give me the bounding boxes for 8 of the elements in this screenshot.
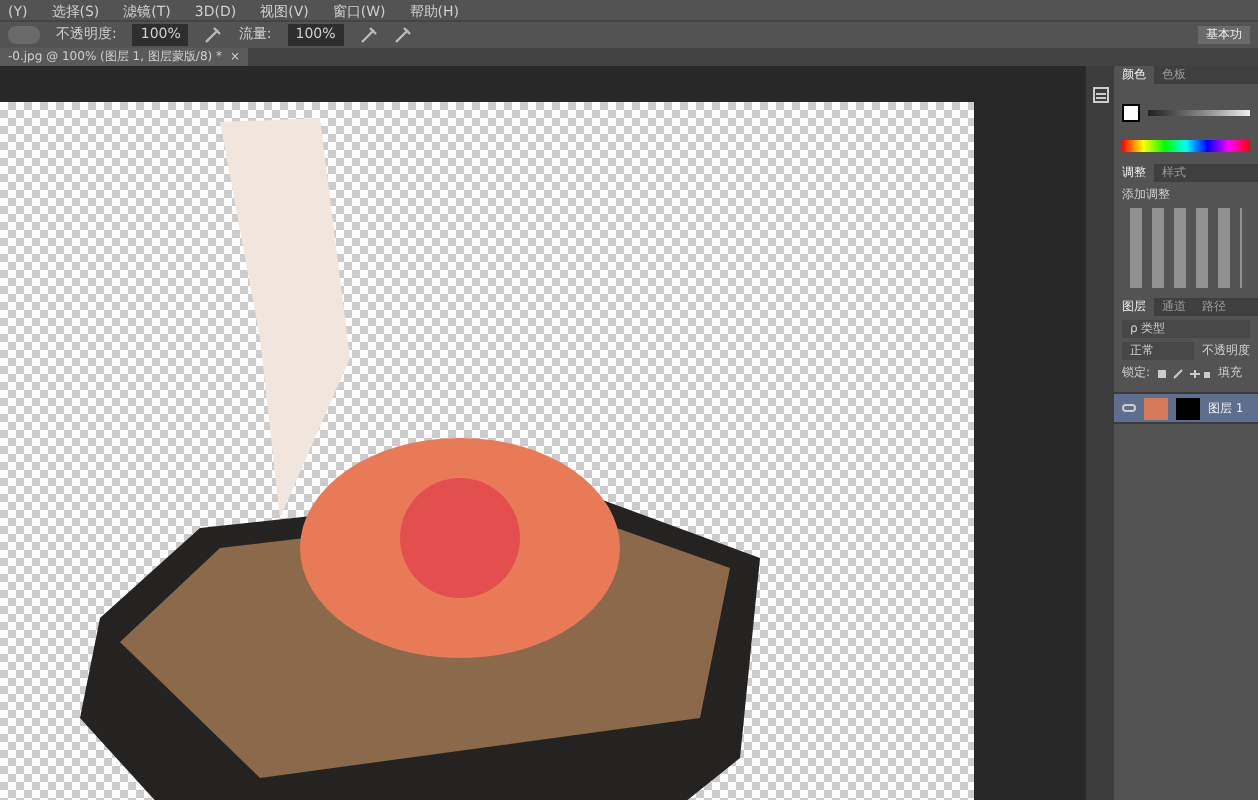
panel-icon[interactable] bbox=[1091, 86, 1110, 104]
lock-icons-drawing[interactable] bbox=[1158, 367, 1211, 379]
color-spectrum[interactable] bbox=[1122, 140, 1250, 152]
visibility-icon[interactable] bbox=[1122, 404, 1136, 412]
foreground-color-swatch[interactable] bbox=[1122, 103, 1140, 121]
grayscale-ramp bbox=[1148, 109, 1250, 115]
layer-mask-thumbnail bbox=[1176, 397, 1200, 419]
layer-thumbnail bbox=[1144, 397, 1168, 419]
